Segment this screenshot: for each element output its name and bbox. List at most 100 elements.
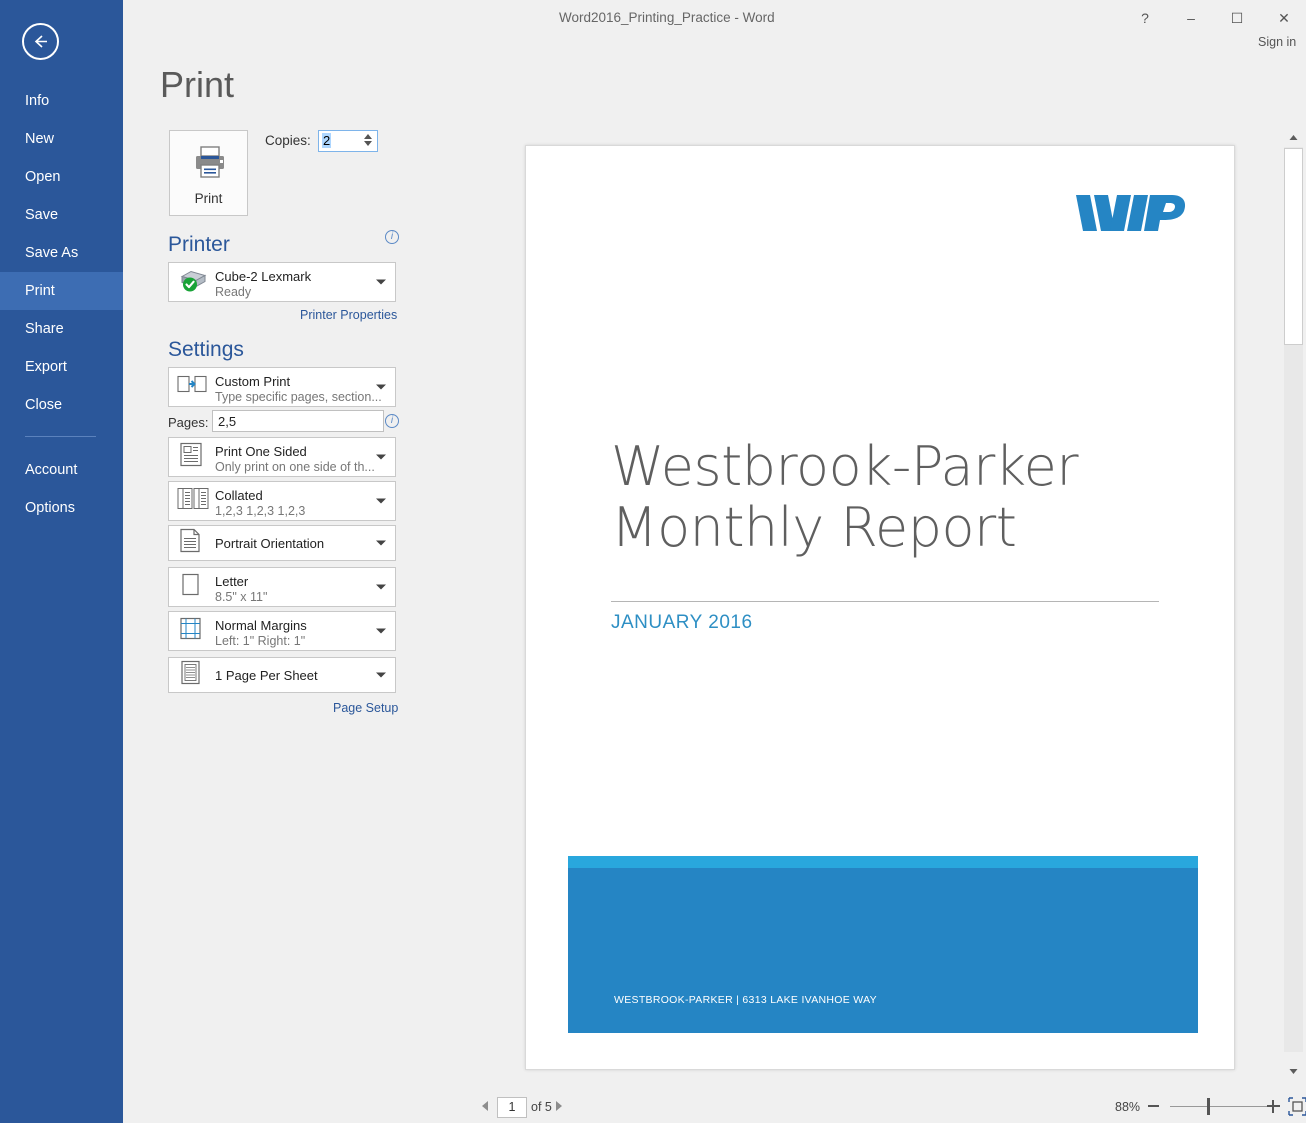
copies-value: 2 <box>322 133 332 148</box>
printer-properties-link[interactable]: Printer Properties <box>300 308 397 322</box>
scrollbar-thumb[interactable] <box>1284 148 1303 345</box>
portrait-orientation-icon <box>177 528 203 559</box>
footer-band-text: WESTBROOK-PARKER | 6313 LAKE IVANHOE WAY <box>614 994 877 1006</box>
sidebar-item-list: Info New Open Save Save As Print Share E… <box>0 82 123 527</box>
print-sides-title: Print One Sided <box>215 444 307 459</box>
footer-band-accent <box>568 856 1198 868</box>
orientation-title: Portrait Orientation <box>215 536 325 551</box>
margins-select[interactable]: Normal Margins Left: 1" Right: 1" <box>168 611 396 651</box>
paper-size-title: Letter <box>215 574 249 589</box>
chevron-down-icon[interactable] <box>376 672 386 678</box>
copies-increment[interactable] <box>363 134 372 139</box>
sidebar-item-options[interactable]: Options <box>0 489 123 527</box>
printer-info-icon[interactable]: i <box>385 230 399 244</box>
document-page[interactable]: Westbrook-Parker Monthly Report JANUARY … <box>525 145 1235 1070</box>
maximize-button[interactable]: ☐ <box>1215 4 1259 32</box>
scroll-up-button[interactable] <box>1284 128 1303 147</box>
copies-input[interactable]: 2 <box>318 130 378 152</box>
sidebar-item-print[interactable]: Print <box>0 272 123 310</box>
settings-section-heading: Settings <box>168 338 244 361</box>
printer-name: Cube-2 Lexmark <box>215 269 312 284</box>
page-setup-link[interactable]: Page Setup <box>333 701 398 715</box>
pages-per-sheet-select[interactable]: 1 Page Per Sheet <box>168 657 396 693</box>
document-heading-rule <box>611 601 1159 602</box>
print-range-title: Custom Print <box>215 374 291 389</box>
next-page-button[interactable] <box>556 1101 562 1111</box>
print-preview-pane: Westbrook-Parker Monthly Report JANUARY … <box>430 126 1275 1091</box>
pages-info-icon[interactable]: i <box>385 414 399 428</box>
sidebar-item-info[interactable]: Info <box>0 82 123 120</box>
sidebar-item-export[interactable]: Export <box>0 348 123 386</box>
zoom-out-button[interactable] <box>1148 1105 1159 1107</box>
chevron-down-icon[interactable] <box>376 498 386 504</box>
current-page-value: 1 <box>508 1100 516 1114</box>
copies-stepper[interactable] <box>361 132 374 151</box>
preview-scrollbar[interactable] <box>1281 126 1306 1091</box>
orientation-select[interactable]: Portrait Orientation <box>168 525 396 561</box>
zoom-in-button[interactable] <box>1267 1100 1280 1113</box>
backstage-sidebar: Info New Open Save Save As Print Share E… <box>0 0 123 1123</box>
printer-status: Ready <box>215 285 252 299</box>
print-range-select[interactable]: Custom Print Type specific pages, sectio… <box>168 367 396 407</box>
print-button-label: Print <box>194 191 223 206</box>
title-bar: Word2016_Printing_Practice - Word ? – ☐ … <box>123 0 1306 62</box>
zoom-slider-track[interactable] <box>1170 1106 1275 1107</box>
print-sides-select[interactable]: Print One Sided Only print on one side o… <box>168 437 396 477</box>
chevron-down-icon <box>1289 1069 1298 1074</box>
preview-status-bar: 1 of 5 88% <box>430 1091 1306 1123</box>
close-button[interactable]: ✕ <box>1262 4 1306 32</box>
printer-section-heading: Printer <box>168 233 230 256</box>
zoom-level-label: 88% <box>1115 1100 1141 1114</box>
collation-select[interactable]: Collated 1,2,3 1,2,3 1,2,3 <box>168 481 396 521</box>
sidebar-item-open[interactable]: Open <box>0 158 123 196</box>
sidebar-item-share[interactable]: Share <box>0 310 123 348</box>
chevron-down-icon[interactable] <box>376 628 386 634</box>
page-count-label: of 5 <box>531 1100 552 1114</box>
zoom-to-page-icon <box>1288 1097 1306 1116</box>
sidebar-item-save-as[interactable]: Save As <box>0 234 123 272</box>
chevron-down-icon[interactable] <box>376 384 386 390</box>
sidebar-item-account[interactable]: Account <box>0 451 123 489</box>
paper-size-select[interactable]: Letter 8.5" x 11" <box>168 567 396 607</box>
copies-decrement[interactable] <box>363 141 372 146</box>
pages-value: 2,5 <box>218 414 237 429</box>
printer-select[interactable]: Cube-2 Lexmark Ready <box>168 262 396 302</box>
sidebar-item-save[interactable]: Save <box>0 196 123 234</box>
sidebar-item-close[interactable]: Close <box>0 386 123 424</box>
footer-band: WESTBROOK-PARKER | 6313 LAKE IVANHOE WAY <box>568 868 1198 1033</box>
collation-subtitle: 1,2,3 1,2,3 1,2,3 <box>215 504 306 518</box>
word-backstage-print-screen: Info New Open Save Save As Print Share E… <box>0 0 1306 1123</box>
pages-label: Pages: <box>168 415 209 430</box>
pages-per-sheet-title: 1 Page Per Sheet <box>215 668 318 683</box>
print-range-subtitle: Type specific pages, section... <box>215 390 382 404</box>
margins-subtitle: Left: 1" Right: 1" <box>215 634 306 648</box>
chevron-down-icon[interactable] <box>376 584 386 590</box>
pages-input[interactable]: 2,5 <box>212 410 384 432</box>
minimize-button[interactable]: – <box>1169 4 1213 32</box>
print-sides-subtitle: Only print on one side of th... <box>215 460 375 474</box>
current-page-input[interactable]: 1 <box>497 1097 527 1118</box>
collated-icon <box>177 486 209 517</box>
sign-in-link[interactable]: Sign in <box>1258 35 1296 49</box>
back-button[interactable] <box>22 23 59 60</box>
printer-device-icon <box>177 267 209 298</box>
sidebar-divider <box>25 436 96 437</box>
zoom-slider-thumb[interactable] <box>1207 1098 1210 1115</box>
page-title: Print <box>160 64 235 105</box>
back-arrow-icon <box>34 35 47 48</box>
document-title: Word2016_Printing_Practice - Word <box>559 10 775 25</box>
chevron-down-icon[interactable] <box>376 540 386 546</box>
chevron-down-icon[interactable] <box>376 279 386 285</box>
chevron-down-icon[interactable] <box>376 454 386 460</box>
chevron-up-icon <box>1289 135 1298 140</box>
document-heading: Westbrook-Parker Monthly Report <box>611 435 1079 560</box>
custom-print-icon <box>177 373 207 402</box>
scroll-down-button[interactable] <box>1284 1062 1303 1081</box>
one-sided-icon <box>177 442 205 473</box>
print-button[interactable]: Print <box>169 130 248 216</box>
previous-page-button[interactable] <box>482 1101 488 1111</box>
zoom-to-page-button[interactable] <box>1288 1097 1306 1116</box>
help-button[interactable]: ? <box>1123 4 1167 32</box>
document-subheading: JANUARY 2016 <box>611 612 753 633</box>
sidebar-item-new[interactable]: New <box>0 120 123 158</box>
